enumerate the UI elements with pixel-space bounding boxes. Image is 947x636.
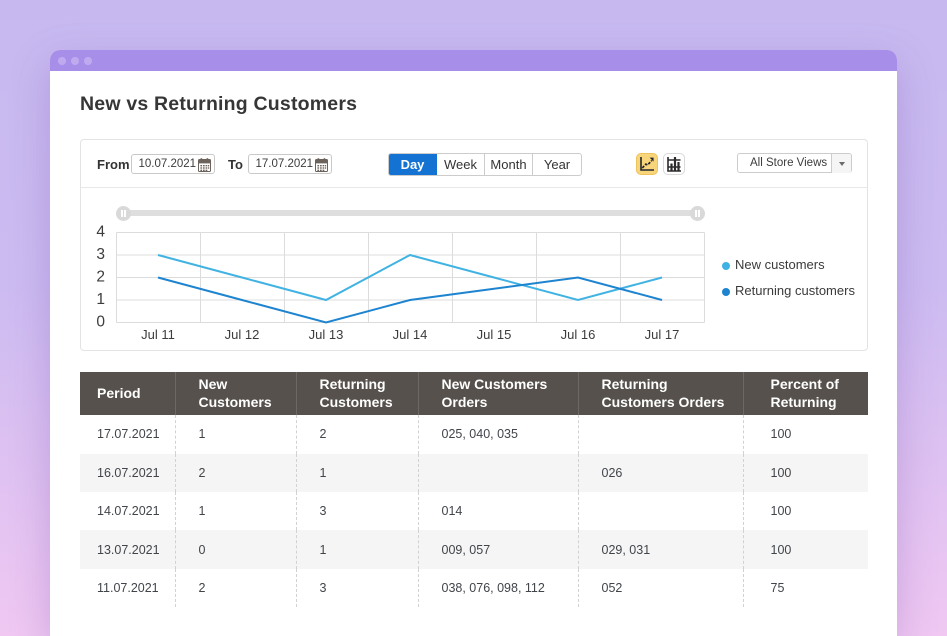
svg-text:Jul 12: Jul 12 xyxy=(225,327,260,342)
svg-text:0: 0 xyxy=(96,314,105,331)
svg-text:Jul 17: Jul 17 xyxy=(645,327,680,342)
svg-text:Jul 16: Jul 16 xyxy=(561,327,596,342)
svg-text:Jul 15: Jul 15 xyxy=(477,327,512,342)
svg-text:Jul 14: Jul 14 xyxy=(393,327,428,342)
svg-text:4: 4 xyxy=(96,225,105,241)
svg-text:Jul 11: Jul 11 xyxy=(141,327,175,342)
svg-text:3: 3 xyxy=(96,246,105,263)
svg-text:Jul 13: Jul 13 xyxy=(309,327,344,342)
svg-text:1: 1 xyxy=(96,291,105,308)
svg-text:2: 2 xyxy=(96,269,105,286)
